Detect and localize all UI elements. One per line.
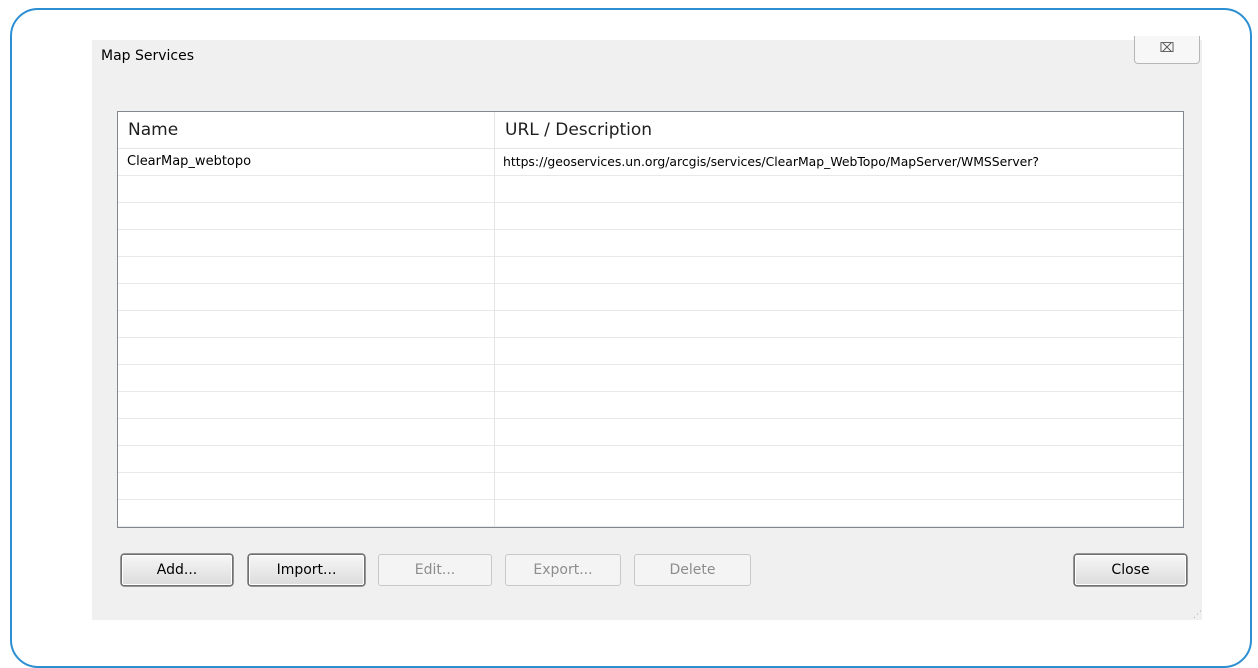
empty-cell: [495, 338, 1183, 364]
service-url-cell[interactable]: https://geoservices.un.org/arcgis/servic…: [495, 149, 1183, 175]
table-row-empty: [118, 311, 1183, 338]
empty-cell: [118, 419, 495, 445]
table-row[interactable]: ClearMap_webtopo https://geoservices.un.…: [118, 149, 1183, 176]
empty-cell: [495, 257, 1183, 283]
close-window-icon[interactable]: ⌧: [1134, 36, 1200, 64]
empty-cell: [495, 500, 1183, 526]
table-row-empty: [118, 203, 1183, 230]
empty-cell: [118, 446, 495, 472]
add-button[interactable]: Add...: [121, 554, 233, 586]
table-row-empty: [118, 446, 1183, 473]
service-name-cell[interactable]: ClearMap_webtopo: [118, 149, 495, 175]
import-button[interactable]: Import...: [248, 554, 365, 586]
column-header-url[interactable]: URL / Description: [495, 112, 1183, 148]
empty-cell: [118, 473, 495, 499]
table-header: Name URL / Description: [118, 112, 1183, 149]
table-row-empty: [118, 257, 1183, 284]
empty-cell: [495, 203, 1183, 229]
delete-button[interactable]: Delete: [634, 554, 751, 586]
empty-cell: [118, 392, 495, 418]
empty-cell: [495, 446, 1183, 472]
empty-cell: [495, 392, 1183, 418]
empty-cell: [118, 284, 495, 310]
empty-cell: [118, 176, 495, 202]
empty-cell: [118, 203, 495, 229]
table-row-empty: [118, 284, 1183, 311]
empty-cell: [495, 365, 1183, 391]
map-services-dialog: Map Services ⌧ Name URL / Description Cl…: [92, 36, 1202, 620]
table-row-empty: [118, 365, 1183, 392]
close-button[interactable]: Close: [1074, 554, 1187, 586]
edit-button[interactable]: Edit...: [378, 554, 492, 586]
empty-cell: [495, 230, 1183, 256]
empty-cell: [118, 365, 495, 391]
table-row-empty: [118, 230, 1183, 257]
export-button[interactable]: Export...: [505, 554, 621, 586]
table-row-empty: [118, 419, 1183, 446]
empty-cell: [495, 473, 1183, 499]
table-row-empty: [118, 392, 1183, 419]
table-row-empty: [118, 500, 1183, 527]
empty-cell: [495, 311, 1183, 337]
resize-grip-icon[interactable]: ⋰: [1193, 610, 1202, 620]
empty-cell: [495, 419, 1183, 445]
table-row-empty: [118, 176, 1183, 203]
table-row-empty: [118, 338, 1183, 365]
empty-cell: [118, 338, 495, 364]
empty-cell: [118, 257, 495, 283]
empty-cell: [495, 176, 1183, 202]
dialog-title: Map Services: [101, 48, 195, 64]
map-services-table: Name URL / Description ClearMap_webtopo …: [117, 111, 1184, 528]
screenshot-frame: Map Services ⌧ Name URL / Description Cl…: [10, 8, 1252, 668]
empty-cell: [118, 500, 495, 526]
empty-cell: [118, 311, 495, 337]
empty-cell: [495, 284, 1183, 310]
table-body: ClearMap_webtopo https://geoservices.un.…: [118, 149, 1183, 527]
column-header-name[interactable]: Name: [118, 112, 495, 148]
empty-cell: [118, 230, 495, 256]
table-row-empty: [118, 473, 1183, 500]
